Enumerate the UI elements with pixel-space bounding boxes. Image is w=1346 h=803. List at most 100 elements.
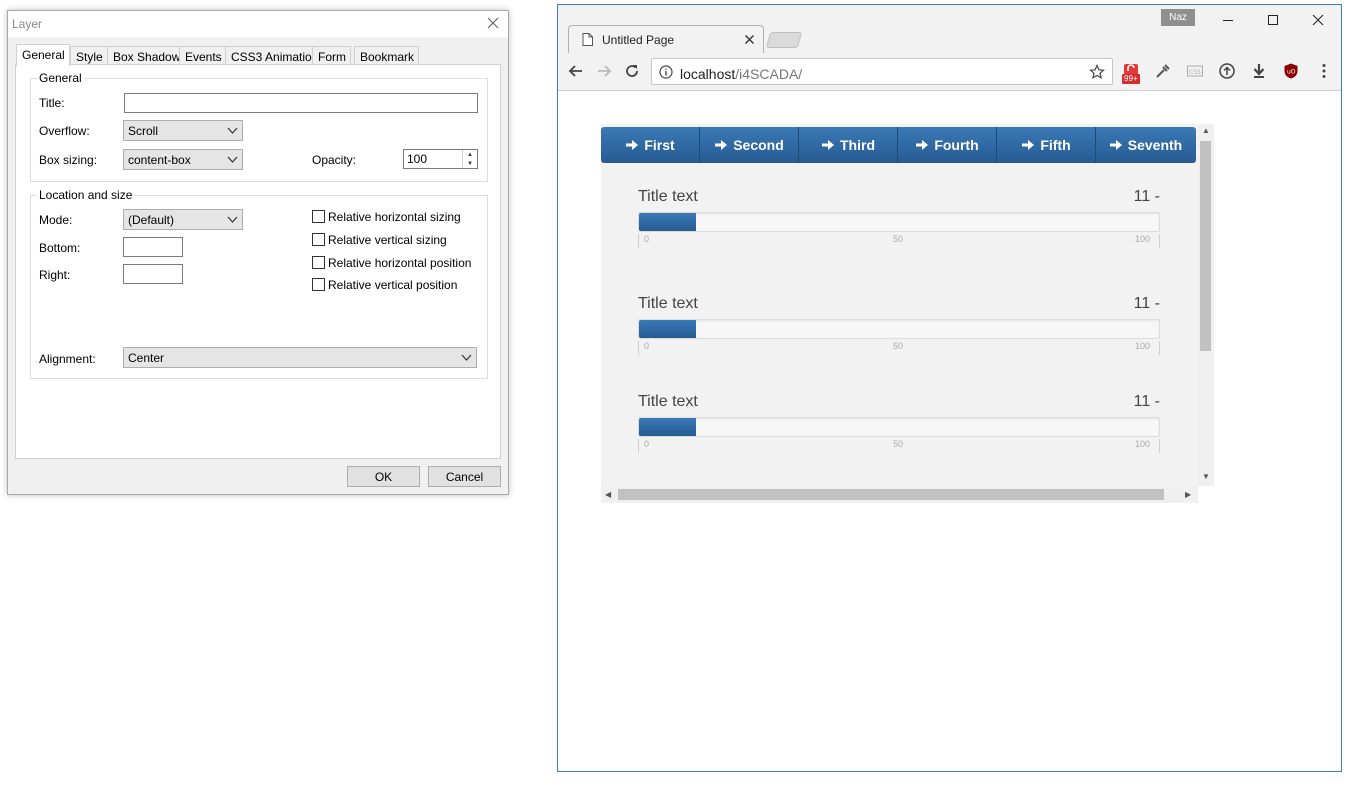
tab-box-shadow[interactable]: Box Shadow xyxy=(107,46,186,65)
vertical-scrollbar[interactable]: ▲ ▼ xyxy=(1198,124,1214,486)
overflow-select-value: Scroll xyxy=(128,124,159,138)
mode-select-value: (Default) xyxy=(128,213,175,227)
nav-item-fifth[interactable]: Fifth xyxy=(997,127,1096,163)
cancel-button[interactable]: Cancel xyxy=(428,466,501,487)
tab-events[interactable]: Events xyxy=(179,46,227,65)
forward-arrow-icon[interactable] xyxy=(595,62,613,80)
alignment-label: Alignment: xyxy=(39,352,96,366)
address-bar[interactable]: localhost/i4SCADA/ xyxy=(651,58,1113,85)
tab-style[interactable]: Style xyxy=(70,46,108,65)
bottom-label: Bottom: xyxy=(39,241,81,255)
tab-form[interactable]: Form xyxy=(312,46,351,65)
nav-item-fourth[interactable]: Fourth xyxy=(898,127,997,163)
opacity-label: Opacity: xyxy=(312,153,357,167)
title-field[interactable] xyxy=(124,93,478,113)
nav-item-third[interactable]: Third xyxy=(799,127,898,163)
nav-item-seventh[interactable]: Seventh xyxy=(1096,127,1195,163)
nav-item-label: Second xyxy=(733,137,784,153)
right-field[interactable] xyxy=(123,264,183,284)
back-arrow-icon[interactable] xyxy=(567,62,585,80)
download-icon[interactable] xyxy=(1250,62,1268,80)
scroll-right-icon[interactable]: ▶ xyxy=(1185,490,1191,499)
meter-tick-label: 100 xyxy=(1135,341,1151,351)
relative-horizontal-sizing-label: Relative horizontal sizing xyxy=(328,210,461,224)
reload-icon[interactable] xyxy=(623,62,641,80)
nav-item-label: Fourth xyxy=(934,137,979,153)
scroll-up-icon[interactable]: ▲ xyxy=(1202,126,1210,135)
dialog-titlebar: Layer xyxy=(8,11,508,37)
window-close-icon[interactable] xyxy=(1311,13,1325,27)
meter-tick-line xyxy=(1159,341,1160,355)
circle-up-icon[interactable] xyxy=(1218,62,1236,80)
css-extension-icon[interactable]: CSS xyxy=(1186,62,1204,80)
more-menu-icon[interactable] xyxy=(1315,62,1333,80)
relative-horizontal-sizing-checkbox[interactable] xyxy=(312,210,325,223)
nav-item-label: Fifth xyxy=(1040,137,1071,153)
relative-horizontal-position-label: Relative horizontal position xyxy=(328,256,472,270)
maximize-icon[interactable] xyxy=(1266,13,1280,27)
mode-select[interactable]: (Default) xyxy=(123,209,243,230)
meter-tick-line xyxy=(638,439,639,453)
close-icon[interactable] xyxy=(484,14,502,32)
tab-general[interactable]: General xyxy=(16,44,70,66)
profile-button[interactable]: Naz xyxy=(1161,9,1195,26)
browser-window: Untitled Page Naz localhost/i4SCADA/ 99+… xyxy=(557,4,1342,772)
browser-tab[interactable]: Untitled Page xyxy=(568,25,764,53)
tab-bookmark[interactable]: Bookmark xyxy=(354,46,420,65)
horizontal-scrollbar[interactable]: ◀ ▶ xyxy=(601,486,1198,503)
arrow-right-icon xyxy=(626,140,639,150)
box-sizing-select-value: content-box xyxy=(128,153,191,167)
info-icon[interactable] xyxy=(659,65,673,79)
ok-button[interactable]: OK xyxy=(347,466,420,487)
scada-scroll-container: First Second Third Fourth Fifth Seventh … xyxy=(601,124,1214,503)
spin-up-icon[interactable]: ▲ xyxy=(463,150,477,159)
arrow-right-icon xyxy=(1022,140,1035,150)
opacity-spin-buttons: ▲ ▼ xyxy=(462,150,477,168)
svg-text:CSS: CSS xyxy=(1189,69,1201,76)
tab-close-icon[interactable] xyxy=(744,34,755,45)
meter-track xyxy=(638,212,1160,232)
relative-vertical-position-checkbox[interactable] xyxy=(312,278,325,291)
relative-vertical-position-label: Relative vertical position xyxy=(328,278,458,292)
tab-css3-animation[interactable]: CSS3 Animation xyxy=(225,46,324,65)
relative-vertical-sizing-checkbox[interactable] xyxy=(312,233,325,246)
meter-tick-line xyxy=(638,341,639,355)
arrow-right-icon xyxy=(822,140,834,150)
meter-tick-label: 0 xyxy=(644,341,650,351)
meter-tick-label: 50 xyxy=(893,341,904,351)
location-size-legend: Location and size xyxy=(37,188,135,202)
meter-title: Title text xyxy=(638,393,698,410)
horizontal-scroll-thumb[interactable] xyxy=(618,489,1164,500)
bottom-field[interactable] xyxy=(123,237,183,257)
chevron-down-icon xyxy=(227,127,238,134)
relative-horizontal-position-checkbox[interactable] xyxy=(312,256,325,269)
relative-vertical-sizing-label: Relative vertical sizing xyxy=(328,233,447,247)
meter-tick-label: 50 xyxy=(893,234,904,244)
scroll-down-icon[interactable]: ▼ xyxy=(1202,472,1210,481)
scroll-left-icon[interactable]: ◀ xyxy=(605,490,611,499)
spin-down-icon[interactable]: ▼ xyxy=(463,159,477,168)
nav-item-second[interactable]: Second xyxy=(700,127,799,163)
meter-tick-label: 100 xyxy=(1135,439,1151,449)
box-sizing-select[interactable]: content-box xyxy=(123,149,243,170)
bookmark-star-icon[interactable] xyxy=(1089,64,1105,80)
meter-title: Title text xyxy=(638,188,698,205)
browser-tab-title: Untitled Page xyxy=(602,33,675,47)
meter-tick-line xyxy=(1159,234,1160,248)
overflow-select[interactable]: Scroll xyxy=(123,120,243,141)
nav-item-first[interactable]: First xyxy=(601,127,700,163)
meter-value: 11 - xyxy=(1133,188,1160,205)
scada-navbar: First Second Third Fourth Fifth Seventh xyxy=(601,127,1196,163)
eyedropper-icon[interactable] xyxy=(1154,62,1172,80)
alignment-select[interactable]: Center xyxy=(123,347,477,368)
vertical-scroll-thumb[interactable] xyxy=(1200,141,1211,351)
url-path: /i4SCADA/ xyxy=(735,66,803,82)
meter-tick-label: 0 xyxy=(644,439,650,449)
minimize-icon[interactable] xyxy=(1221,13,1235,27)
opacity-stepper[interactable]: 100 ▲ ▼ xyxy=(403,149,478,169)
arrow-right-icon xyxy=(1109,140,1122,150)
meter-fill xyxy=(639,213,697,231)
new-tab-button[interactable] xyxy=(765,32,803,48)
ublock-shield-icon[interactable]: uO xyxy=(1282,62,1300,80)
meter-tick-label: 50 xyxy=(893,439,904,449)
